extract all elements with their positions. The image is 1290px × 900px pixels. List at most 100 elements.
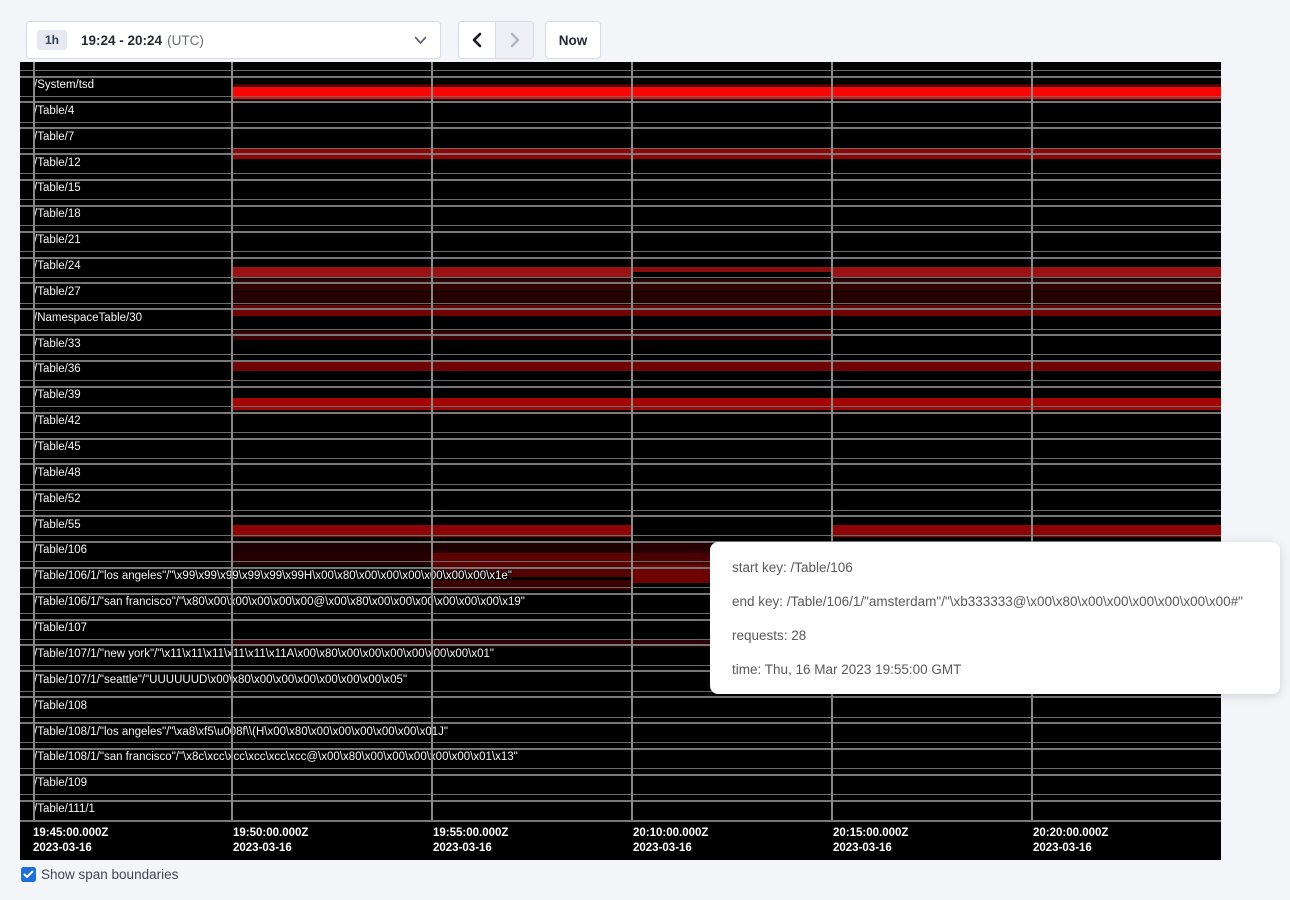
time-gridline (33, 62, 35, 820)
tooltip-requests: requests: 28 (732, 619, 1258, 653)
row-label: /Table/108 (34, 700, 87, 712)
span-boundary-line (20, 717, 1221, 718)
row-label: /Table/21 (34, 234, 81, 246)
span-boundary-line (20, 257, 1221, 259)
prev-button[interactable] (458, 21, 496, 59)
span-boundary-line (20, 742, 1221, 743)
row-label: /Table/111/1 (34, 803, 95, 815)
time-gridline (1031, 62, 1033, 820)
span-boundary-line (20, 308, 1221, 310)
span-boundary-line (20, 127, 1221, 129)
span-boundary-line (20, 251, 1221, 252)
row-label: /Table/107/1/"new york"/"\x11\x11\x11\x1… (34, 648, 494, 660)
duration-badge: 1h (37, 30, 67, 50)
time-gridline (631, 62, 633, 820)
time-gridline (831, 62, 833, 820)
chevron-left-icon (470, 32, 484, 48)
row-label: /Table/4 (34, 105, 74, 117)
heat-band (231, 279, 1221, 291)
row-label: /Table/36 (34, 363, 81, 375)
row-label: /Table/7 (34, 131, 74, 143)
span-boundary-line (20, 101, 1221, 103)
span-boundary-line (20, 432, 1221, 433)
time-gridline (231, 62, 233, 820)
time-range-label: 19:24 - 20:24 (81, 33, 162, 48)
span-boundary-line (20, 458, 1221, 459)
span-boundary-line (20, 179, 1221, 181)
x-axis-tick: 20:10:00.000Z2023-03-16 (633, 826, 708, 856)
span-boundary-line (20, 515, 1221, 517)
show-span-boundaries-label: Show span boundaries (41, 867, 178, 882)
row-label: /System/tsd (34, 79, 94, 91)
span-boundary-line (20, 303, 1221, 304)
span-boundary-line (20, 406, 1221, 407)
chevron-right-icon (508, 32, 522, 48)
span-boundary-line (20, 748, 1221, 750)
span-boundary-line (20, 76, 1221, 78)
row-label: /Table/107 (34, 622, 87, 634)
row-label: /NamespaceTable/30 (34, 312, 142, 324)
heat-band (231, 87, 1221, 99)
span-boundary-line (20, 148, 1221, 149)
row-label: /Table/12 (34, 157, 81, 169)
x-axis-tick: 20:15:00.000Z2023-03-16 (833, 826, 908, 856)
row-label: /Table/24 (34, 260, 81, 272)
span-boundary-line (20, 774, 1221, 776)
toolbar: 1h 19:24 - 20:24 (UTC) Now (26, 21, 601, 59)
span-boundary-line (20, 696, 1221, 698)
row-label: /Table/48 (34, 467, 81, 479)
span-boundary-line (20, 380, 1221, 381)
span-boundary-line (20, 510, 1221, 511)
span-boundary-line (20, 282, 1221, 284)
span-boundary-line (20, 96, 1221, 97)
span-boundary-line (20, 722, 1221, 724)
span-boundary-line (20, 354, 1221, 355)
span-boundary-line (20, 535, 1221, 536)
row-label: /Table/27 (34, 286, 81, 298)
key-visualizer-page: 1h 19:24 - 20:24 (UTC) Now /System/tsd/T… (0, 0, 1290, 900)
span-boundary-line (20, 153, 1221, 155)
time-gridline (431, 62, 433, 820)
row-label: /Table/108/1/"los angeles"/"\xa8\xf5\u00… (34, 726, 448, 738)
show-span-boundaries-checkbox[interactable] (21, 867, 36, 882)
x-axis-tick: 19:50:00.000Z2023-03-16 (233, 826, 308, 856)
span-boundary-line (20, 173, 1221, 174)
checkmark-icon (23, 870, 34, 879)
row-label: /Table/42 (34, 415, 81, 427)
span-boundary-line (20, 484, 1221, 485)
now-button[interactable]: Now (545, 21, 601, 59)
heatmap-canvas[interactable]: /System/tsd/Table/4/Table/7/Table/12/Tab… (20, 62, 1221, 860)
span-boundary-line (20, 489, 1221, 491)
span-boundary-line (20, 225, 1221, 226)
row-label: /Table/45 (34, 441, 81, 453)
row-label: /Table/39 (34, 389, 81, 401)
row-label: /Table/106/1/"los angeles"/"\x99\x99\x99… (34, 570, 512, 582)
heat-band (231, 398, 1221, 410)
heat-band (231, 553, 431, 565)
row-label: /Table/106/1/"san francisco"/"\x80\x00\x… (34, 596, 525, 608)
row-label: /Table/33 (34, 338, 81, 350)
tooltip: start key: /Table/106 end key: /Table/10… (710, 542, 1280, 694)
span-boundary-line (20, 334, 1221, 336)
time-range-select[interactable]: 1h 19:24 - 20:24 (UTC) (26, 21, 441, 59)
row-label: /Table/107/1/"seattle"/"UUUUUUD\x00\x80\… (34, 674, 407, 686)
span-boundary-line (20, 360, 1221, 362)
heat-band (631, 267, 831, 272)
span-boundary-line (20, 386, 1221, 388)
span-boundary-line (20, 329, 1221, 330)
row-label: /Table/15 (34, 182, 81, 194)
x-axis-tick: 19:45:00.000Z2023-03-16 (33, 826, 108, 856)
heat-band (631, 553, 711, 565)
row-label: /Table/18 (34, 208, 81, 220)
tooltip-time: time: Thu, 16 Mar 2023 19:55:00 GMT (732, 653, 1258, 687)
tooltip-start-key: start key: /Table/106 (732, 551, 1258, 585)
span-boundary-line (20, 231, 1221, 233)
row-label: /Table/52 (34, 493, 81, 505)
span-boundary-line (20, 463, 1221, 465)
time-nav-group (458, 21, 534, 59)
x-axis-tick: 20:20:00.000Z2023-03-16 (1033, 826, 1108, 856)
span-boundary-line (20, 70, 1221, 71)
utc-label: (UTC) (167, 33, 204, 48)
row-label: /Table/108/1/"san francisco"/"\x8c\xcc\x… (34, 751, 518, 763)
next-button[interactable] (496, 21, 534, 59)
